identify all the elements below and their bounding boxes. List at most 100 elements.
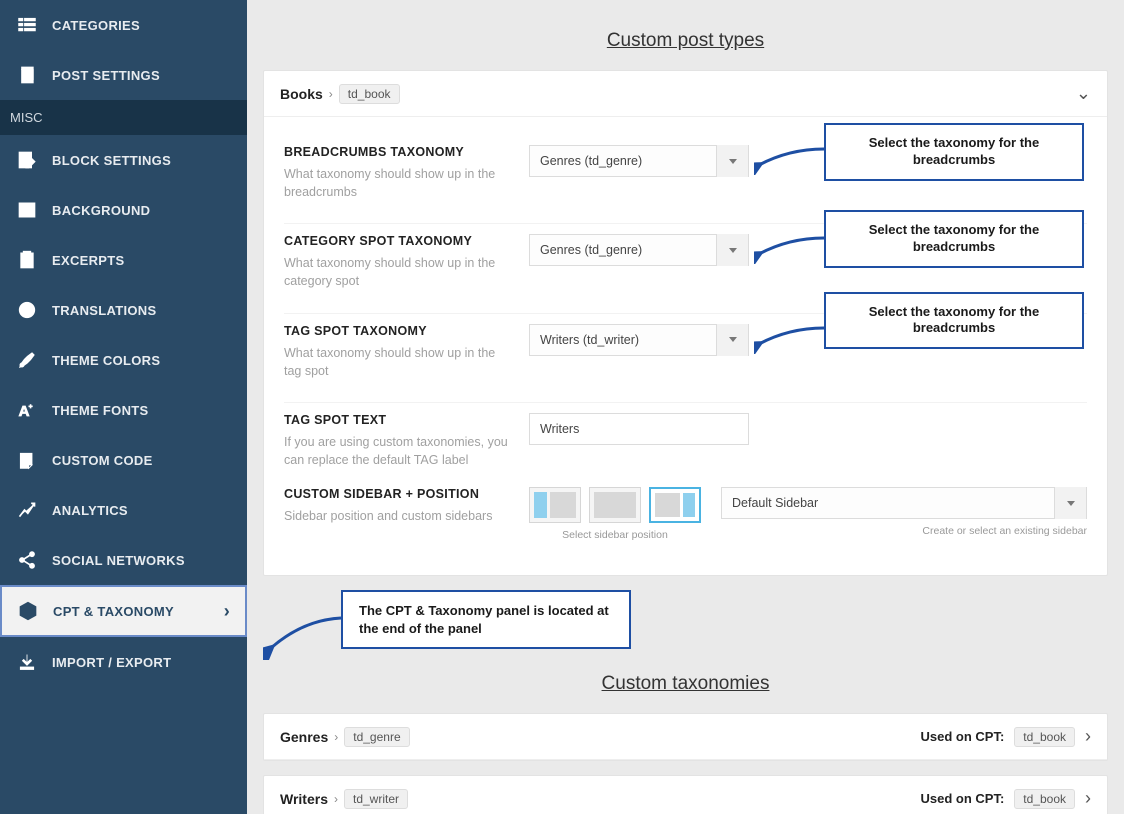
sidebar-select-caption: Create or select an existing sidebar bbox=[721, 525, 1087, 537]
select-value: Default Sidebar bbox=[722, 496, 1054, 510]
copy-icon bbox=[16, 64, 38, 86]
row-desc: What taxonomy should show up in the cate… bbox=[284, 254, 511, 290]
callout-panel-location: The CPT & Taxonomy panel is located at t… bbox=[341, 590, 631, 649]
category-spot-taxonomy-select[interactable]: Genres (td_genre) bbox=[529, 234, 749, 266]
sidebar-item-label: BACKGROUND bbox=[52, 203, 150, 218]
row-desc: If you are using custom taxonomies, you … bbox=[284, 433, 511, 469]
sidebar-pos-none[interactable] bbox=[589, 487, 641, 523]
panel-writers: Writers › td_writer Used on CPT: td_book… bbox=[263, 775, 1108, 814]
sidebar-item-translations[interactable]: TRANSLATIONS bbox=[0, 285, 247, 335]
chevron-right-icon[interactable]: › bbox=[1085, 788, 1091, 809]
chevron-down-icon[interactable] bbox=[716, 324, 748, 356]
sidebar-pos-left[interactable] bbox=[529, 487, 581, 523]
row-desc: What taxonomy should show up in the tag … bbox=[284, 344, 511, 380]
chevron-down-icon[interactable]: ⌄ bbox=[1076, 83, 1091, 104]
panel-header-writers[interactable]: Writers › td_writer Used on CPT: td_book… bbox=[264, 776, 1107, 814]
tag-spot-taxonomy-select[interactable]: Writers (td_writer) bbox=[529, 324, 749, 356]
list-icon bbox=[16, 14, 38, 36]
used-on-cpt-label: Used on CPT: bbox=[921, 791, 1005, 806]
row-title: CATEGORY SPOT TAXONOMY bbox=[284, 234, 511, 248]
image-icon bbox=[16, 199, 38, 221]
clipboard-icon bbox=[16, 249, 38, 271]
arrow-annotation bbox=[754, 145, 824, 175]
sidebar-item-block-settings[interactable]: BLOCK SETTINGS bbox=[0, 135, 247, 185]
chart-icon bbox=[16, 499, 38, 521]
chevron-right-icon: › bbox=[329, 87, 333, 101]
sidebar-item-label: TRANSLATIONS bbox=[52, 303, 156, 318]
row-title: BREADCRUMBS TAXONOMY bbox=[284, 145, 511, 159]
callout-annotation: Select the taxonomy for the breadcrumbs bbox=[824, 123, 1084, 181]
panel-genres: Genres › td_genre Used on CPT: td_book › bbox=[263, 713, 1108, 761]
chevron-right-icon: › bbox=[334, 730, 338, 744]
svg-text:+: + bbox=[29, 403, 33, 410]
sidebar-pos-caption: Select sidebar position bbox=[529, 529, 701, 541]
arrow-annotation bbox=[754, 234, 824, 264]
sidebar-nav: CATEGORIES POST SETTINGS MISC BLOCK SETT… bbox=[0, 0, 247, 814]
arrow-annotation bbox=[263, 610, 343, 660]
callout-annotation: Select the taxonomy for the breadcrumbs bbox=[824, 292, 1084, 350]
box-icon bbox=[17, 600, 39, 622]
panel-header-books[interactable]: Books › td_book ⌄ bbox=[264, 71, 1107, 117]
sidebar-select[interactable]: Default Sidebar bbox=[721, 487, 1087, 519]
row-custom-sidebar: CUSTOM SIDEBAR + POSITION Sidebar positi… bbox=[284, 477, 1087, 563]
sidebar-item-cpt-taxonomy[interactable]: CPT & TAXONOMY › bbox=[0, 585, 247, 637]
sidebar-section-misc: MISC bbox=[0, 100, 247, 135]
arrow-annotation bbox=[754, 324, 824, 354]
sidebar-item-label: CATEGORIES bbox=[52, 18, 140, 33]
select-value: Genres (td_genre) bbox=[530, 243, 716, 257]
sidebar-item-label: CPT & TAXONOMY bbox=[53, 604, 174, 619]
main-content: Custom post types Books › td_book ⌄ BREA… bbox=[247, 0, 1124, 814]
panel-name: Writers bbox=[280, 791, 328, 807]
chevron-right-icon[interactable]: › bbox=[1085, 726, 1091, 747]
share-icon bbox=[16, 549, 38, 571]
section-title-taxonomies: Custom taxonomies bbox=[263, 673, 1108, 695]
row-title: TAG SPOT TEXT bbox=[284, 413, 511, 427]
sidebar-pos-right[interactable] bbox=[649, 487, 701, 523]
breadcrumbs-taxonomy-select[interactable]: Genres (td_genre) bbox=[529, 145, 749, 177]
row-tag-spot-taxonomy: TAG SPOT TAXONOMY What taxonomy should s… bbox=[284, 314, 1087, 403]
tag-spot-text-input[interactable] bbox=[529, 413, 749, 445]
select-value: Genres (td_genre) bbox=[530, 154, 716, 168]
sidebar-item-categories[interactable]: CATEGORIES bbox=[0, 0, 247, 50]
sidebar-item-label: THEME COLORS bbox=[52, 353, 160, 368]
sidebar-item-post-settings[interactable]: POST SETTINGS bbox=[0, 50, 247, 100]
chevron-right-icon: › bbox=[334, 792, 338, 806]
callout-annotation: Select the taxonomy for the breadcrumbs bbox=[824, 210, 1084, 268]
sidebar-item-label: ANALYTICS bbox=[52, 503, 128, 518]
panel-slug: td_genre bbox=[344, 727, 409, 747]
sidebar-item-custom-code[interactable]: CUSTOM CODE bbox=[0, 435, 247, 485]
chevron-down-icon[interactable] bbox=[1054, 487, 1086, 519]
panel-header-genres[interactable]: Genres › td_genre Used on CPT: td_book › bbox=[264, 714, 1107, 760]
used-on-cpt-value: td_book bbox=[1014, 789, 1075, 809]
chevron-down-icon[interactable] bbox=[716, 234, 748, 266]
used-on-cpt-value: td_book bbox=[1014, 727, 1075, 747]
section-title-cpt: Custom post types bbox=[263, 30, 1108, 52]
chevron-down-icon[interactable] bbox=[716, 145, 748, 177]
panel-slug: td_writer bbox=[344, 789, 408, 809]
globe-icon bbox=[16, 299, 38, 321]
row-title: TAG SPOT TAXONOMY bbox=[284, 324, 511, 338]
used-on-cpt-label: Used on CPT: bbox=[921, 729, 1005, 744]
row-desc: What taxonomy should show up in the brea… bbox=[284, 165, 511, 201]
panel-name: Books bbox=[280, 86, 323, 102]
sidebar-item-social-networks[interactable]: SOCIAL NETWORKS bbox=[0, 535, 247, 585]
sidebar-item-theme-colors[interactable]: THEME COLORS bbox=[0, 335, 247, 385]
font-icon: A+ bbox=[16, 399, 38, 421]
sidebar-item-import-export[interactable]: IMPORT / EXPORT bbox=[0, 637, 247, 687]
sidebar-position-picker bbox=[529, 487, 701, 523]
panel-name: Genres bbox=[280, 729, 328, 745]
sidebar-item-background[interactable]: BACKGROUND bbox=[0, 185, 247, 235]
row-desc: Sidebar position and custom sidebars bbox=[284, 507, 511, 525]
sidebar-item-label: POST SETTINGS bbox=[52, 68, 160, 83]
row-tag-spot-text: TAG SPOT TEXT If you are using custom ta… bbox=[284, 403, 1087, 477]
sidebar-item-label: CUSTOM CODE bbox=[52, 453, 153, 468]
edit-doc-icon bbox=[16, 149, 38, 171]
sidebar-item-label: THEME FONTS bbox=[52, 403, 148, 418]
select-value: Writers (td_writer) bbox=[530, 333, 716, 347]
sidebar-item-label: IMPORT / EXPORT bbox=[52, 655, 171, 670]
sidebar-item-analytics[interactable]: ANALYTICS bbox=[0, 485, 247, 535]
sidebar-item-label: EXCERPTS bbox=[52, 253, 124, 268]
panel-books: Books › td_book ⌄ BREADCRUMBS TAXONOMY W… bbox=[263, 70, 1108, 576]
sidebar-item-excerpts[interactable]: EXCERPTS bbox=[0, 235, 247, 285]
sidebar-item-theme-fonts[interactable]: A+ THEME FONTS bbox=[0, 385, 247, 435]
